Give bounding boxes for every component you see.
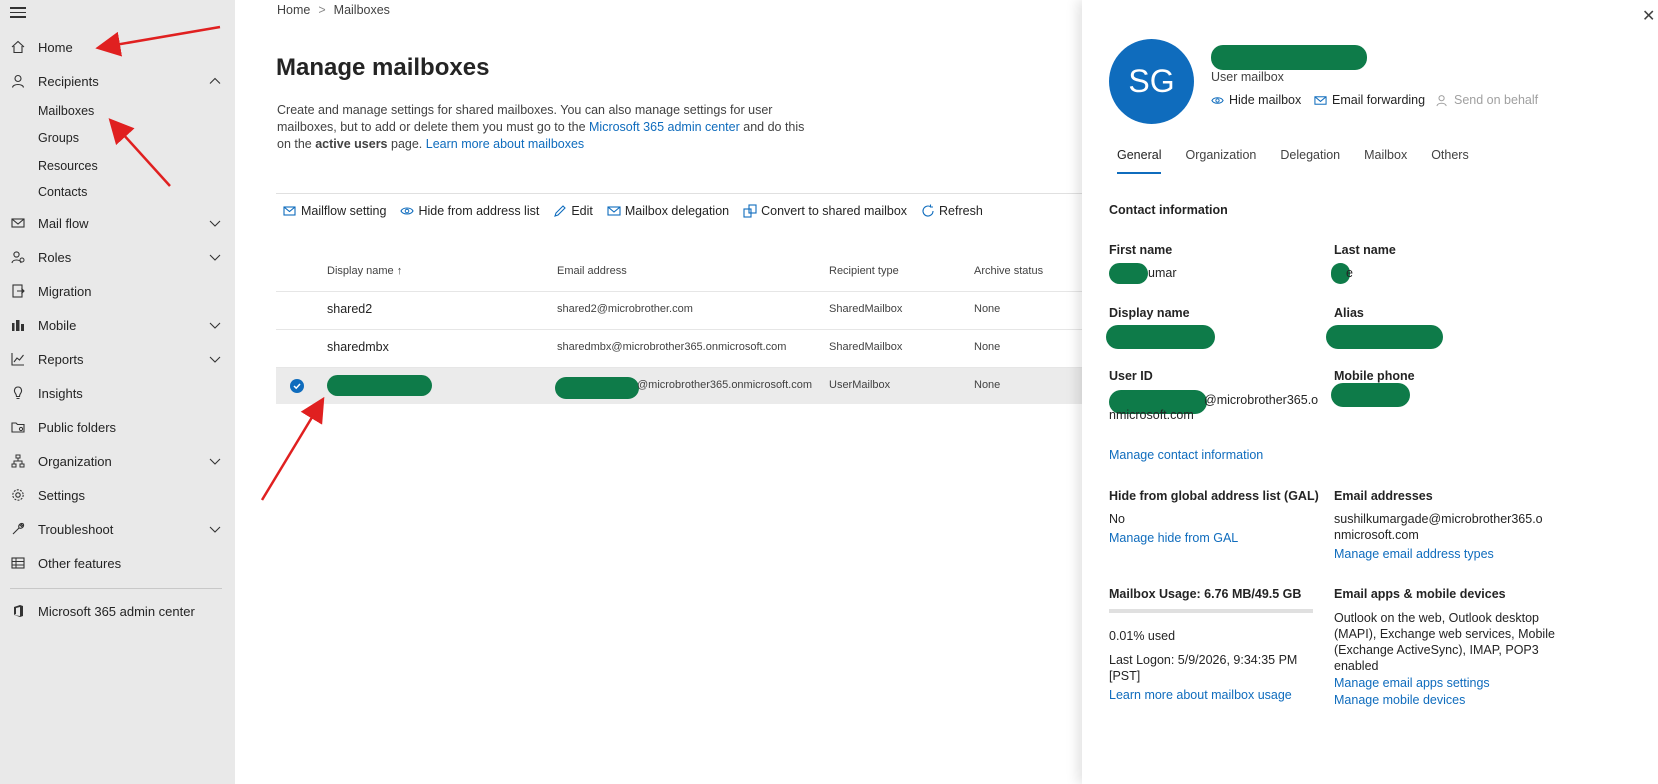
email-apps-value: (MAPI), Exchange web services, Mobile: [1334, 627, 1555, 641]
user-id-value: nmicrosoft.com: [1109, 408, 1194, 422]
email-apps-label: Email apps & mobile devices: [1334, 587, 1506, 601]
tab-delegation[interactable]: Delegation: [1280, 148, 1340, 170]
annotation-arrow: [108, 118, 171, 187]
mobile-phone-label: Mobile phone: [1334, 369, 1415, 383]
manage-email-apps-link[interactable]: Manage email apps settings: [1334, 675, 1490, 691]
tab-mailbox[interactable]: Mailbox: [1364, 148, 1407, 170]
first-name-label: First name: [1109, 243, 1173, 257]
redaction-mark: [1326, 325, 1443, 349]
hide-mailbox-button[interactable]: Hide mailbox: [1211, 93, 1301, 107]
tab-general[interactable]: General: [1117, 148, 1162, 174]
section-contact-information: Contact information: [1109, 203, 1228, 217]
alias-label: Alias: [1334, 306, 1364, 320]
button-label: Hide mailbox: [1229, 93, 1302, 107]
email-addresses-label: Email addresses: [1334, 489, 1433, 503]
mailbox-details-panel: ✕ SG User mailbox Hide mailbox Email for…: [1082, 0, 1658, 784]
mailbox-usage-label: Mailbox Usage: 6.76 MB/49.5 GB: [1109, 587, 1302, 601]
email-address-value: sushilkumargade@microbrother365.o: [1334, 512, 1543, 526]
eye-hide-icon: [1211, 96, 1224, 104]
annotation-arrow: [95, 25, 221, 57]
manage-hide-from-gal-link[interactable]: Manage hide from GAL: [1109, 530, 1238, 546]
avatar: SG: [1109, 39, 1194, 124]
mailbox-type: User mailbox: [1211, 70, 1284, 84]
manage-email-address-types-link[interactable]: Manage email address types: [1334, 546, 1494, 562]
mail-forward-icon: [1314, 95, 1327, 105]
manage-mobile-devices-link[interactable]: Manage mobile devices: [1334, 692, 1465, 708]
first-name-value: umar: [1148, 266, 1177, 280]
last-logon: Last Logon: 5/9/2026, 9:34:35 PM: [1109, 653, 1298, 667]
email-apps-value: (Exchange ActiveSync), IMAP, POP3: [1334, 643, 1539, 657]
button-label: Send on behalf: [1454, 93, 1539, 107]
user-id-value: @microbrother365.o: [1204, 393, 1319, 407]
gal-value: No: [1109, 512, 1125, 526]
tab-others[interactable]: Others: [1431, 148, 1469, 170]
usage-percent: 0.01% used: [1109, 629, 1176, 643]
last-name-value: e: [1346, 266, 1353, 280]
last-name-label: Last name: [1334, 243, 1396, 257]
gal-label: Hide from global address list (GAL): [1109, 489, 1319, 503]
manage-contact-information-link[interactable]: Manage contact information: [1109, 447, 1263, 463]
learn-more-mailbox-usage-link[interactable]: Learn more about mailbox usage: [1109, 687, 1292, 703]
email-apps-value: enabled: [1334, 659, 1379, 673]
button-label: Email forwarding: [1332, 93, 1426, 107]
email-apps-value: Outlook on the web, Outlook desktop: [1334, 611, 1539, 625]
email-address-value: nmicrosoft.com: [1334, 528, 1419, 542]
redaction-mark: [1211, 45, 1367, 70]
last-logon-tz: [PST]: [1109, 669, 1141, 683]
panel-tabs: General Organization Delegation Mailbox …: [1117, 148, 1493, 174]
email-forwarding-button[interactable]: Email forwarding: [1314, 93, 1425, 107]
person-icon: [1436, 94, 1447, 106]
close-icon[interactable]: ✕: [1642, 6, 1655, 26]
user-id-label: User ID: [1109, 369, 1153, 383]
redaction-mark: [1106, 325, 1215, 349]
mailbox-usage-bar: [1109, 609, 1313, 613]
redaction-mark: [1331, 383, 1410, 407]
tab-organization[interactable]: Organization: [1185, 148, 1256, 170]
redaction-mark: [1109, 263, 1148, 284]
annotation-arrow: [260, 396, 325, 501]
send-on-behalf-button[interactable]: Send on behalf: [1436, 93, 1538, 107]
display-name-label: Display name: [1109, 306, 1190, 320]
